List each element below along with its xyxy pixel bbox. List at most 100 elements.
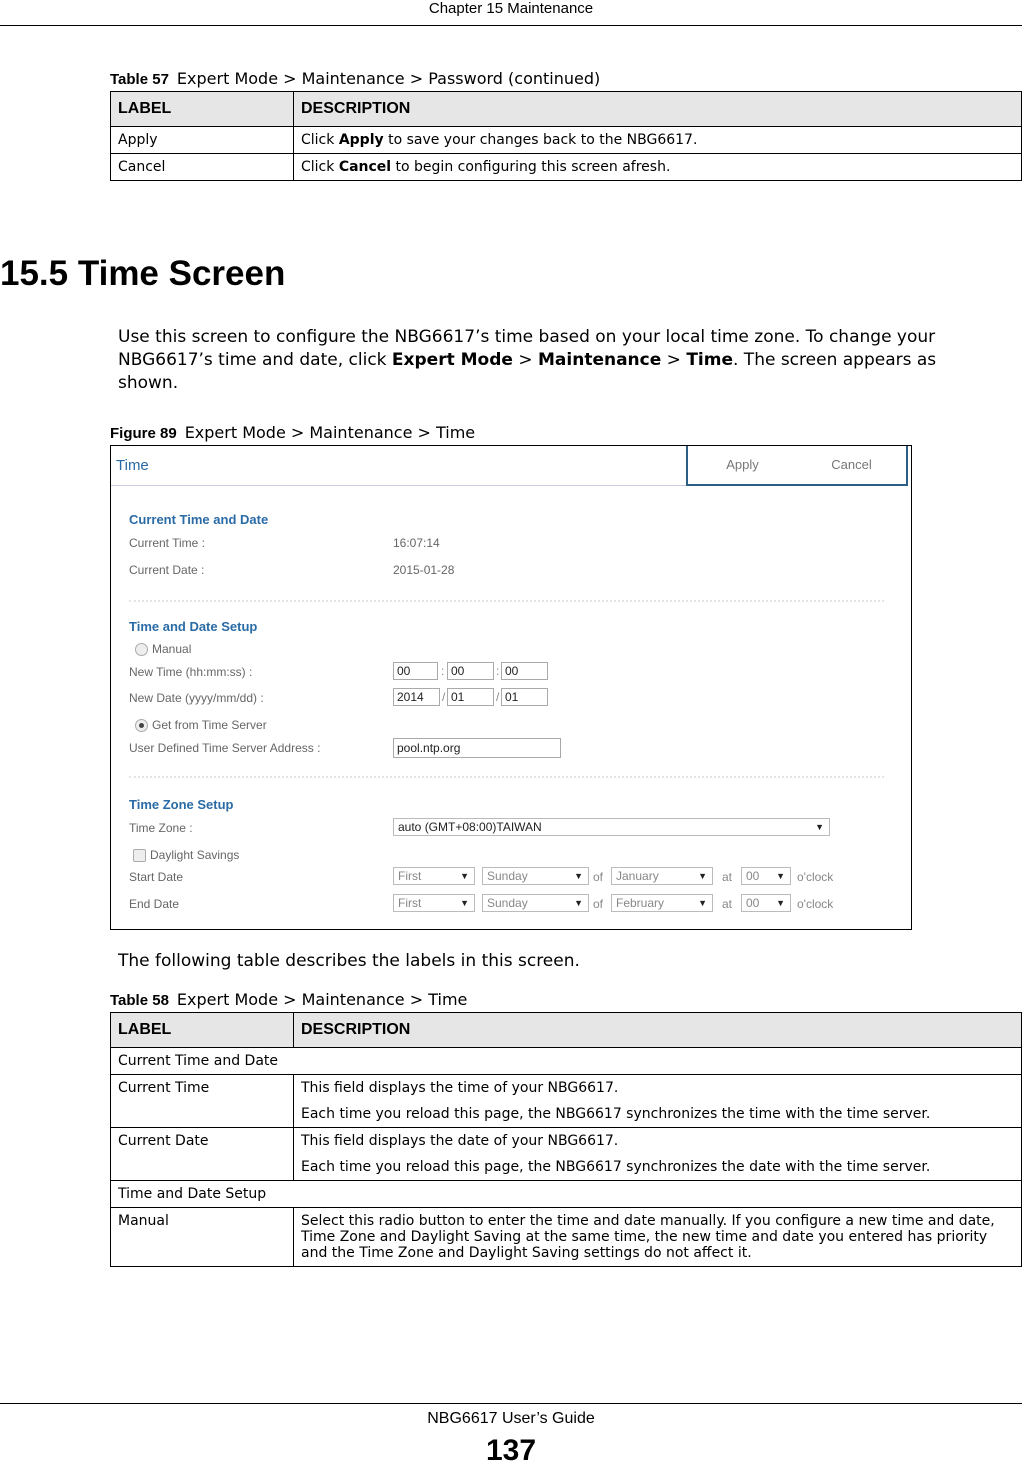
- server-address-label: User Defined Time Server Address :: [129, 741, 321, 755]
- desc-text: Click: [301, 159, 339, 175]
- server-address-input[interactable]: [393, 738, 561, 758]
- cancel-button[interactable]: Cancel: [797, 446, 908, 486]
- table-section-row: Current Time and Date: [110, 1047, 1022, 1075]
- month-input[interactable]: [447, 688, 494, 706]
- desc-text: Click: [301, 132, 339, 148]
- time-server-option[interactable]: Get from Time Server: [135, 718, 267, 733]
- apply-button[interactable]: Apply: [686, 446, 799, 486]
- table-section-row: Time and Date Setup: [110, 1180, 1022, 1208]
- current-date-value: 2015-01-28: [393, 563, 455, 577]
- intro-bold: Expert Mode: [391, 350, 513, 370]
- dropdown-arrow-icon: ▼: [574, 898, 583, 908]
- row-label: Cancel: [110, 153, 294, 181]
- new-date-label: New Date (yyyy/mm/dd) :: [129, 691, 264, 705]
- hour-input[interactable]: [393, 662, 438, 680]
- select-value: First: [398, 869, 422, 883]
- col-description-header: DESCRIPTION: [293, 1012, 1022, 1048]
- current-date-label: Current Date :: [129, 563, 205, 577]
- row-label: Manual: [110, 1207, 294, 1267]
- daylight-savings-label: Daylight Savings: [150, 848, 240, 862]
- day-input[interactable]: [501, 688, 548, 706]
- intro-bold: Time: [686, 350, 733, 370]
- dropdown-arrow-icon: ▼: [698, 871, 707, 881]
- dropdown-arrow-icon: ▼: [776, 871, 785, 881]
- table-row: Cancel Click Cancel to begin configuring…: [110, 153, 1022, 181]
- select-value: January: [616, 869, 659, 883]
- table58: LABEL DESCRIPTION Current Time and Date …: [110, 1012, 1022, 1267]
- row-description: Click Cancel to begin configuring this s…: [293, 153, 1022, 181]
- time-zone-select[interactable]: auto (GMT+08:00)TAIWAN ▼: [393, 818, 830, 836]
- desc-bold: Apply: [338, 132, 384, 148]
- desc-paragraph: Select this radio button to enter the ti…: [301, 1213, 995, 1261]
- desc-paragraph: Each time you reload this page, the NBG6…: [301, 1106, 931, 1122]
- row-description: This field displays the time of your NBG…: [293, 1074, 1022, 1128]
- end-week-select[interactable]: First ▼: [393, 894, 475, 912]
- of-text: of: [593, 897, 604, 911]
- dropdown-arrow-icon: ▼: [815, 822, 824, 832]
- select-value: February: [616, 896, 665, 910]
- end-hour-select[interactable]: 00 ▼: [741, 894, 791, 912]
- table57: LABEL DESCRIPTION Apply Click Apply to s…: [110, 91, 1022, 181]
- divider: [129, 776, 884, 778]
- figure-title: Expert Mode > Maintenance > Time: [184, 423, 476, 442]
- end-month-select[interactable]: February ▼: [611, 894, 713, 912]
- intro-text: >: [661, 350, 687, 370]
- oclock-text: o'clock: [797, 870, 834, 884]
- dropdown-arrow-icon: ▼: [460, 898, 469, 908]
- manual-option[interactable]: Manual: [135, 642, 192, 657]
- year-input[interactable]: [393, 688, 440, 706]
- daylight-savings-option[interactable]: Daylight Savings: [133, 848, 240, 863]
- time-server-radio[interactable]: [135, 719, 148, 733]
- time-date-setup-heading: Time and Date Setup: [129, 619, 258, 634]
- start-week-select[interactable]: First ▼: [393, 867, 475, 885]
- date-separator: /: [496, 690, 500, 704]
- time-separator: :: [441, 664, 445, 678]
- select-value: Sunday: [487, 896, 528, 910]
- figure-number: Figure 89: [110, 425, 177, 442]
- select-value: 00: [746, 896, 760, 910]
- row-label: Apply: [110, 126, 294, 154]
- current-time-date-heading: Current Time and Date: [129, 512, 269, 527]
- table58-title: Expert Mode > Maintenance > Time: [176, 990, 468, 1009]
- running-header: Chapter 15 Maintenance: [0, 0, 1022, 26]
- table-row: Apply Click Apply to save your changes b…: [110, 126, 1022, 154]
- date-separator: /: [442, 690, 446, 704]
- start-day-select[interactable]: Sunday ▼: [482, 867, 589, 885]
- time-zone-label: Time Zone :: [129, 821, 193, 835]
- at-text: at: [722, 897, 733, 911]
- row-description: Select this radio button to enter the ti…: [293, 1207, 1022, 1267]
- table-intro: The following table describes the labels…: [118, 951, 580, 971]
- current-time-value: 16:07:14: [393, 536, 440, 550]
- time-screen-figure: Time Apply Cancel Current Time and Date …: [110, 445, 912, 930]
- desc-text: to save your changes back to the NBG6617…: [383, 132, 698, 148]
- screen-header: Time Apply Cancel: [111, 446, 908, 486]
- minute-input[interactable]: [447, 662, 494, 680]
- new-time-label: New Time (hh:mm:ss) :: [129, 665, 253, 679]
- second-input[interactable]: [501, 662, 548, 680]
- start-month-select[interactable]: January ▼: [611, 867, 713, 885]
- table58-number: Table 58: [110, 992, 169, 1009]
- page-number: 137: [485, 1434, 537, 1467]
- table57-number: Table 57: [110, 71, 169, 88]
- end-date-label: End Date: [129, 897, 180, 911]
- table57-title: Expert Mode > Maintenance > Password (co…: [176, 69, 601, 88]
- start-hour-select[interactable]: 00 ▼: [741, 867, 791, 885]
- manual-label: Manual: [152, 642, 192, 656]
- dropdown-arrow-icon: ▼: [460, 871, 469, 881]
- daylight-savings-checkbox[interactable]: [133, 849, 146, 863]
- screen-title: Time: [116, 457, 149, 474]
- current-time-label: Current Time :: [129, 536, 206, 550]
- table-row: Manual Select this radio button to enter…: [110, 1207, 1022, 1267]
- of-text: of: [593, 870, 604, 884]
- manual-radio[interactable]: [135, 643, 148, 657]
- intro-bold: Maintenance: [538, 350, 662, 370]
- time-server-label: Get from Time Server: [152, 718, 267, 732]
- dropdown-arrow-icon: ▼: [776, 898, 785, 908]
- col-label-header: LABEL: [110, 91, 294, 127]
- select-value: Sunday: [487, 869, 528, 883]
- desc-paragraph: This field displays the date of your NBG…: [301, 1133, 619, 1149]
- table58-caption: Table 58 Expert Mode > Maintenance > Time: [110, 990, 467, 1009]
- dropdown-arrow-icon: ▼: [574, 871, 583, 881]
- end-day-select[interactable]: Sunday ▼: [482, 894, 589, 912]
- divider: [129, 600, 884, 602]
